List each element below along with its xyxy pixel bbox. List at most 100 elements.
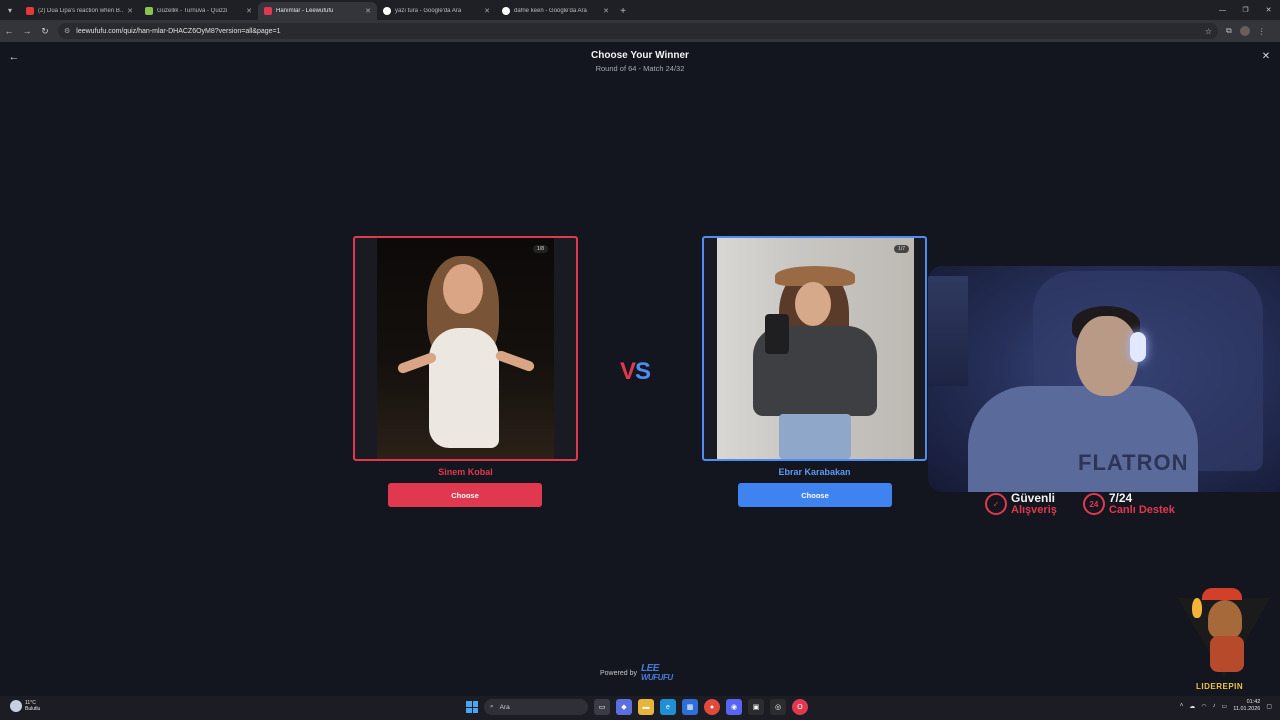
- live-support-badge: 24 7/24 Canlı Destek: [1082, 491, 1175, 516]
- maximize-icon[interactable]: ❐: [1234, 0, 1257, 20]
- file-explorer-icon[interactable]: ▬: [638, 699, 654, 715]
- date: 11.01.2026: [1233, 706, 1261, 712]
- edge-icon[interactable]: e: [660, 699, 676, 715]
- mascot-label: LIDEREPIN: [1196, 682, 1244, 691]
- taskbar-search[interactable]: ⌕ Ara: [484, 699, 588, 715]
- match-header: Choose Your Winner Round of 64 - Match 2…: [0, 50, 1280, 73]
- task-view-icon[interactable]: ▭: [594, 699, 610, 715]
- notifications-icon[interactable]: ▢: [1266, 703, 1272, 710]
- image-counter-right: 1/7: [894, 245, 909, 253]
- secure-shopping-badge: ✓ Güvenli Alışveriş: [985, 492, 1057, 516]
- contestant-photo-left[interactable]: [377, 238, 554, 459]
- choose-button-right[interactable]: Choose: [738, 483, 892, 507]
- tab-close-icon[interactable]: ✕: [246, 7, 252, 15]
- battery-icon[interactable]: ▭: [1222, 703, 1228, 710]
- tab-close-icon[interactable]: ✕: [127, 7, 133, 15]
- contestant-photo-right[interactable]: [717, 238, 914, 459]
- leewufufu-logo[interactable]: LEE WUFUFU: [640, 663, 673, 683]
- onedrive-icon[interactable]: ☁: [1189, 703, 1195, 710]
- opera-icon[interactable]: O: [792, 699, 808, 715]
- streamer-webcam: FLATRON: [928, 266, 1280, 492]
- tab-0[interactable]: (2) Dua Lipa's reaction when B... ✕: [20, 2, 139, 20]
- clock[interactable]: 01:42 11.01.2026: [1233, 699, 1260, 713]
- contestant-card-right[interactable]: 1/7: [702, 236, 927, 461]
- quizzi-favicon-icon: [145, 7, 153, 15]
- powered-by-text: Powered by: [600, 669, 637, 677]
- window-close-icon[interactable]: ✕: [1257, 0, 1280, 20]
- window-controls: — ❐ ✕: [1211, 0, 1280, 20]
- support-24-icon: 24: [1082, 493, 1105, 515]
- weather-widget[interactable]: 11°C Bulutlu: [10, 700, 40, 712]
- tab-close-icon[interactable]: ✕: [484, 7, 490, 15]
- tab-strip: ▾ (2) Dua Lipa's reaction when B... ✕ Gü…: [0, 0, 1280, 20]
- torch-flame-icon: [1192, 598, 1202, 618]
- shield-check-icon: ✓: [985, 493, 1007, 515]
- menu-dots-icon[interactable]: ⋮: [1258, 27, 1266, 36]
- promo-line2: Canlı Destek: [1108, 504, 1175, 516]
- store-icon[interactable]: ▦: [682, 699, 698, 715]
- versus-label: VS: [620, 358, 651, 386]
- start-icon[interactable]: [466, 701, 478, 713]
- tab-label: Hanımlar - Leewufufu: [276, 8, 334, 14]
- tab-search-icon[interactable]: ▾: [0, 0, 20, 20]
- site-info-icon[interactable]: ⚙: [64, 27, 70, 35]
- tab-close-icon[interactable]: ✕: [365, 7, 371, 15]
- shirt-print: FLATRON: [1078, 450, 1189, 475]
- reload-icon[interactable]: ↻: [36, 20, 54, 42]
- quiz-page: ← ✕ Choose Your Winner Round of 64 - Mat…: [0, 44, 1280, 696]
- page-title: Choose Your Winner: [591, 50, 689, 61]
- new-tab-icon[interactable]: +: [615, 2, 631, 20]
- tab-3[interactable]: yazı tura - Google'da Ara ✕: [377, 2, 496, 20]
- search-icon: ⌕: [490, 703, 494, 710]
- address-bar: ← → ↻ ⚙ leewufufu.com/quiz/han-mlar-DHAC…: [0, 20, 1280, 42]
- bookmark-star-icon[interactable]: ☆: [1205, 27, 1212, 36]
- choose-button-left[interactable]: Choose: [388, 483, 542, 507]
- contestant-card-left[interactable]: 1/8: [353, 236, 578, 461]
- url-field[interactable]: ⚙ leewufufu.com/quiz/han-mlar-DHACZ6OyM8…: [58, 23, 1218, 39]
- headset-icon: [1130, 332, 1146, 362]
- time: 01:42: [1246, 699, 1261, 705]
- back-arrow-icon[interactable]: ←: [0, 20, 18, 42]
- vs-letter-s: S: [635, 358, 651, 385]
- tab-4[interactable]: dafne keen - Google'da Ara ✕: [496, 2, 615, 20]
- sponsor-banner: ✓ Güvenli Alışveriş 24 7/24 Canlı Destek: [985, 492, 1175, 516]
- discord-icon[interactable]: ◉: [726, 699, 742, 715]
- minimize-icon[interactable]: —: [1211, 0, 1234, 20]
- windows-taskbar: 11°C Bulutlu ⌕ Ara ▭ ◆ ▬ e ▦ ● ◉ ▣ ◎ O ˄…: [0, 696, 1280, 720]
- forward-arrow-icon[interactable]: →: [18, 20, 36, 42]
- tray-chevron-icon[interactable]: ˄: [1180, 703, 1184, 709]
- google-favicon-icon: [502, 7, 510, 15]
- tab-2[interactable]: Hanımlar - Leewufufu ✕: [258, 2, 377, 20]
- extensions-icon[interactable]: ⧉: [1226, 26, 1232, 36]
- weather-condition: Bulutlu: [25, 706, 41, 712]
- tab-close-icon[interactable]: ✕: [603, 7, 609, 15]
- image-counter-left: 1/8: [533, 245, 548, 253]
- copilot-icon[interactable]: ◆: [616, 699, 632, 715]
- url-text: leewufufu.com/quiz/han-mlar-DHACZ6OyM8?v…: [76, 27, 281, 35]
- search-placeholder: Ara: [499, 703, 510, 711]
- network-icon[interactable]: ◠: [1201, 703, 1206, 710]
- tab-label: (2) Dua Lipa's reaction when B...: [38, 8, 124, 14]
- youtube-favicon-icon: [26, 7, 34, 15]
- promo-line1: Güvenli: [1011, 491, 1056, 505]
- tab-label: yazı tura - Google'da Ara: [395, 8, 462, 14]
- logo-top: LEE: [640, 663, 659, 674]
- match-subtitle: Round of 64 - Match 24/32: [595, 64, 685, 73]
- tab-label: dafne keen - Google'da Ara: [514, 8, 587, 14]
- google-favicon-icon: [383, 7, 391, 15]
- steam-icon[interactable]: ◎: [770, 699, 786, 715]
- leewufufu-favicon-icon: [264, 7, 272, 15]
- tab-label: Güzellik - Turnuva - Quizzi: [157, 8, 228, 14]
- profile-avatar[interactable]: [1239, 26, 1250, 36]
- promo-line2: Alışveriş: [1011, 504, 1057, 516]
- tab-1[interactable]: Güzellik - Turnuva - Quizzi ✕: [139, 2, 258, 20]
- logo-bottom: WUFUFU: [640, 673, 673, 682]
- terminal-icon[interactable]: ▣: [748, 699, 764, 715]
- sponsor-mascot-logo: LIDEREPIN: [1178, 588, 1270, 696]
- chrome-icon[interactable]: ●: [704, 699, 720, 715]
- powered-by: Powered by LEE WUFUFU: [600, 663, 673, 683]
- cloud-icon: [10, 700, 22, 712]
- vs-letter-v: V: [620, 358, 636, 385]
- volume-icon[interactable]: ♪: [1213, 703, 1216, 709]
- promo-line1: 7/24: [1108, 491, 1133, 505]
